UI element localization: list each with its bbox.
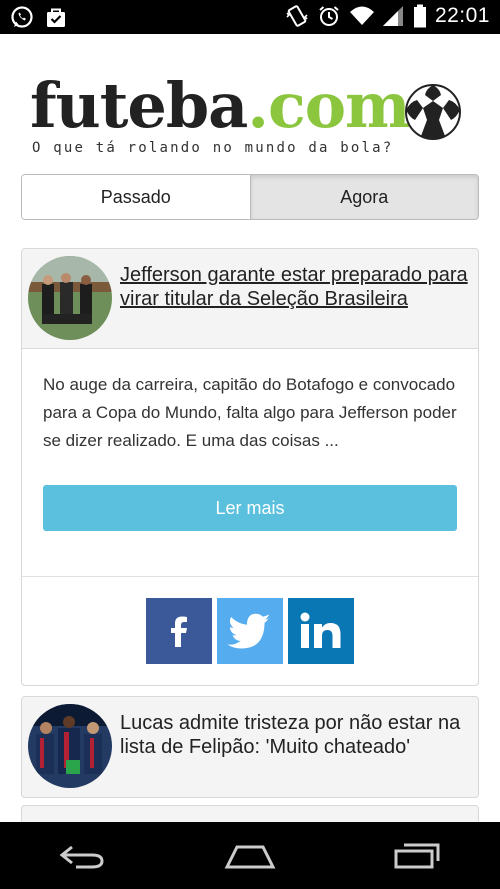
battery-icon [413,4,427,28]
article-header: Jefferson garante estar preparado para v… [22,249,478,349]
logo-tagline: O que tá rolando no mundo da bola? [32,140,394,156]
twitter-icon [227,613,270,649]
whatsapp-icon [10,5,34,29]
article-body: No auge da carreira, capitão do Botafogo… [22,349,478,577]
home-button[interactable] [220,836,280,876]
site-logo[interactable]: futeba.com O que tá rolando no mundo da … [30,74,470,164]
facebook-share-button[interactable] [146,598,212,664]
article-card: Lucas admite tristeza por não estar na l… [21,696,479,798]
share-buttons [22,577,478,685]
alarm-icon [317,4,341,28]
article-header: Lucas admite tristeza por não estar na l… [22,697,478,796]
logo-text: futeba.com [30,69,411,142]
home-icon [224,845,276,868]
article-thumbnail[interactable] [28,256,112,340]
wifi-icon [349,4,374,28]
time-tabs: Passado Agora [21,174,479,220]
tab-passado[interactable]: Passado [22,175,250,219]
status-bar: 22:01 [0,0,500,34]
article-card: Jefferson garante estar preparado para v… [21,248,479,686]
linkedin-share-button[interactable] [288,598,354,664]
navigation-bar [0,822,500,889]
tab-agora[interactable]: Agora [249,175,478,219]
status-time: 22:01 [434,4,490,27]
twitter-share-button[interactable] [217,598,283,664]
article-title[interactable]: Jefferson garante estar preparado para v… [120,263,470,311]
linkedin-icon [300,612,341,648]
shopping-bag-icon [44,5,68,29]
back-icon [59,845,104,868]
read-more-button[interactable]: Ler mais [43,485,457,531]
facebook-icon [171,616,187,647]
back-button[interactable] [53,836,113,876]
recent-apps-icon [394,843,440,868]
soccer-ball-icon [405,84,461,140]
recent-apps-button[interactable] [387,836,447,876]
article-excerpt: No auge da carreira, capitão do Botafogo… [43,375,457,450]
vibrate-icon [285,4,309,28]
signal-icon [381,4,405,28]
article-thumbnail[interactable] [28,704,112,788]
article-title[interactable]: Lucas admite tristeza por não estar na l… [120,711,470,759]
